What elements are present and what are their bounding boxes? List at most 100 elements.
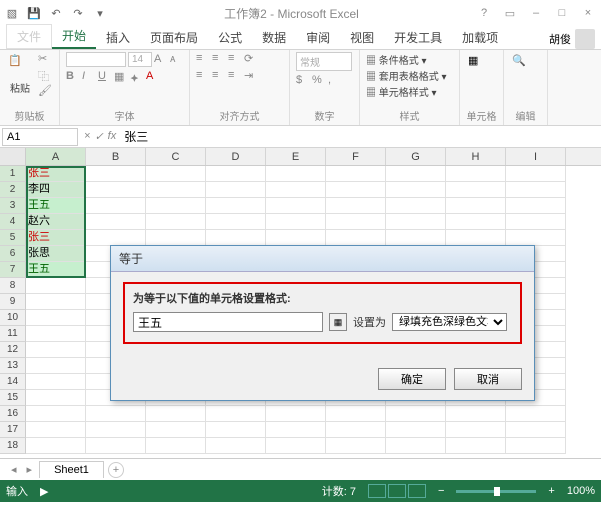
orientation-icon[interactable]: ⟳	[244, 52, 258, 66]
cell-F4[interactable]	[326, 214, 386, 230]
file-tab[interactable]: 文件	[6, 24, 52, 49]
row-header-5[interactable]: 5	[0, 230, 26, 246]
zoom-out-icon[interactable]: −	[438, 485, 444, 497]
cell-H16[interactable]	[446, 406, 506, 422]
cell-C3[interactable]	[146, 198, 206, 214]
equal-value-input[interactable]	[133, 312, 323, 332]
cell-G17[interactable]	[386, 422, 446, 438]
formula-bar[interactable]: 张三	[120, 126, 601, 147]
sheet-tab-1[interactable]: Sheet1	[39, 461, 104, 478]
cell-E1[interactable]	[266, 166, 326, 182]
cell-A7[interactable]: 王五	[26, 262, 86, 278]
cut-icon[interactable]: ✂	[38, 52, 52, 66]
decrease-font-icon[interactable]: ᴀ	[170, 53, 184, 67]
cell-H2[interactable]	[446, 182, 506, 198]
bold-icon[interactable]: B	[66, 70, 80, 84]
table-format-button[interactable]: ▦ 套用表格格式 ▾	[366, 68, 447, 83]
select-all-corner[interactable]	[0, 148, 26, 165]
dialog-title[interactable]: 等于	[111, 246, 534, 272]
tab-home[interactable]: 开始	[52, 24, 96, 49]
cell-G3[interactable]	[386, 198, 446, 214]
row-header-9[interactable]: 9	[0, 294, 26, 310]
align-middle-icon[interactable]: ≡	[212, 52, 226, 66]
cell-G1[interactable]	[386, 166, 446, 182]
save-icon[interactable]: 💾	[26, 5, 42, 21]
cell-I5[interactable]	[506, 230, 566, 246]
cell-C2[interactable]	[146, 182, 206, 198]
add-sheet-button[interactable]: +	[108, 462, 124, 478]
cell-A10[interactable]	[26, 310, 86, 326]
row-header-14[interactable]: 14	[0, 374, 26, 390]
sheet-nav-next[interactable]: ▸	[24, 463, 36, 476]
cell-E16[interactable]	[266, 406, 326, 422]
cell-A5[interactable]: 张三	[26, 230, 86, 246]
qat-dropdown-icon[interactable]: ▾	[92, 5, 108, 21]
redo-icon[interactable]: ↷	[70, 5, 86, 21]
cell-F17[interactable]	[326, 422, 386, 438]
cell-H17[interactable]	[446, 422, 506, 438]
cell-D17[interactable]	[206, 422, 266, 438]
cell-A2[interactable]: 李四	[26, 182, 86, 198]
underline-icon[interactable]: U	[98, 70, 112, 84]
maximize-icon[interactable]: □	[553, 5, 571, 21]
font-size-input[interactable]	[128, 52, 152, 67]
cell-A12[interactable]	[26, 342, 86, 358]
format-select[interactable]: 绿填充色深绿色文本	[392, 313, 507, 331]
align-left-icon[interactable]: ≡	[196, 69, 210, 83]
cell-G18[interactable]	[386, 438, 446, 454]
view-normal-icon[interactable]	[368, 484, 386, 498]
cell-I16[interactable]	[506, 406, 566, 422]
copy-icon[interactable]: ⿻	[38, 68, 52, 82]
cell-A6[interactable]: 张思	[26, 246, 86, 262]
tab-insert[interactable]: 插入	[96, 26, 140, 49]
comma-icon[interactable]: ,	[328, 74, 342, 88]
cell-G16[interactable]	[386, 406, 446, 422]
col-header-B[interactable]: B	[86, 148, 146, 165]
cell-A16[interactable]	[26, 406, 86, 422]
zoom-in-icon[interactable]: +	[548, 485, 554, 497]
cell-E17[interactable]	[266, 422, 326, 438]
cell-C1[interactable]	[146, 166, 206, 182]
cell-D18[interactable]	[206, 438, 266, 454]
cell-G2[interactable]	[386, 182, 446, 198]
ok-button[interactable]: 确定	[378, 368, 446, 390]
zoom-slider[interactable]	[456, 490, 536, 493]
row-header-11[interactable]: 11	[0, 326, 26, 342]
cell-F16[interactable]	[326, 406, 386, 422]
fill-color-icon[interactable]: 🟆	[130, 70, 144, 84]
cell-A8[interactable]	[26, 278, 86, 294]
cell-A18[interactable]	[26, 438, 86, 454]
currency-icon[interactable]: $	[296, 74, 310, 88]
cells-button[interactable]: ▦	[466, 52, 494, 80]
border-icon[interactable]: ▦	[114, 70, 128, 84]
cell-I17[interactable]	[506, 422, 566, 438]
cell-C18[interactable]	[146, 438, 206, 454]
format-painter-icon[interactable]: 🖌	[38, 84, 52, 98]
ribbon-options-icon[interactable]: ▭	[501, 5, 519, 21]
cell-E3[interactable]	[266, 198, 326, 214]
cell-C17[interactable]	[146, 422, 206, 438]
row-header-13[interactable]: 13	[0, 358, 26, 374]
align-top-icon[interactable]: ≡	[196, 52, 210, 66]
cell-A15[interactable]	[26, 390, 86, 406]
conditional-format-button[interactable]: ▦ 条件格式 ▾	[366, 52, 427, 67]
cell-A11[interactable]	[26, 326, 86, 342]
cell-A17[interactable]	[26, 422, 86, 438]
name-box[interactable]	[2, 128, 78, 146]
row-header-10[interactable]: 10	[0, 310, 26, 326]
tab-data[interactable]: 数据	[252, 26, 296, 49]
fx-icon[interactable]: fx	[108, 130, 117, 143]
cell-I1[interactable]	[506, 166, 566, 182]
align-right-icon[interactable]: ≡	[228, 69, 242, 83]
tab-view[interactable]: 视图	[340, 26, 384, 49]
cell-I2[interactable]	[506, 182, 566, 198]
enter-formula-icon[interactable]: ✓	[94, 130, 103, 143]
font-color-icon[interactable]: A	[146, 70, 160, 84]
col-header-E[interactable]: E	[266, 148, 326, 165]
cell-C5[interactable]	[146, 230, 206, 246]
close-icon[interactable]: ×	[579, 5, 597, 21]
avatar[interactable]	[575, 29, 595, 49]
cell-G5[interactable]	[386, 230, 446, 246]
cell-E4[interactable]	[266, 214, 326, 230]
sheet-nav-prev[interactable]: ◂	[8, 463, 20, 476]
